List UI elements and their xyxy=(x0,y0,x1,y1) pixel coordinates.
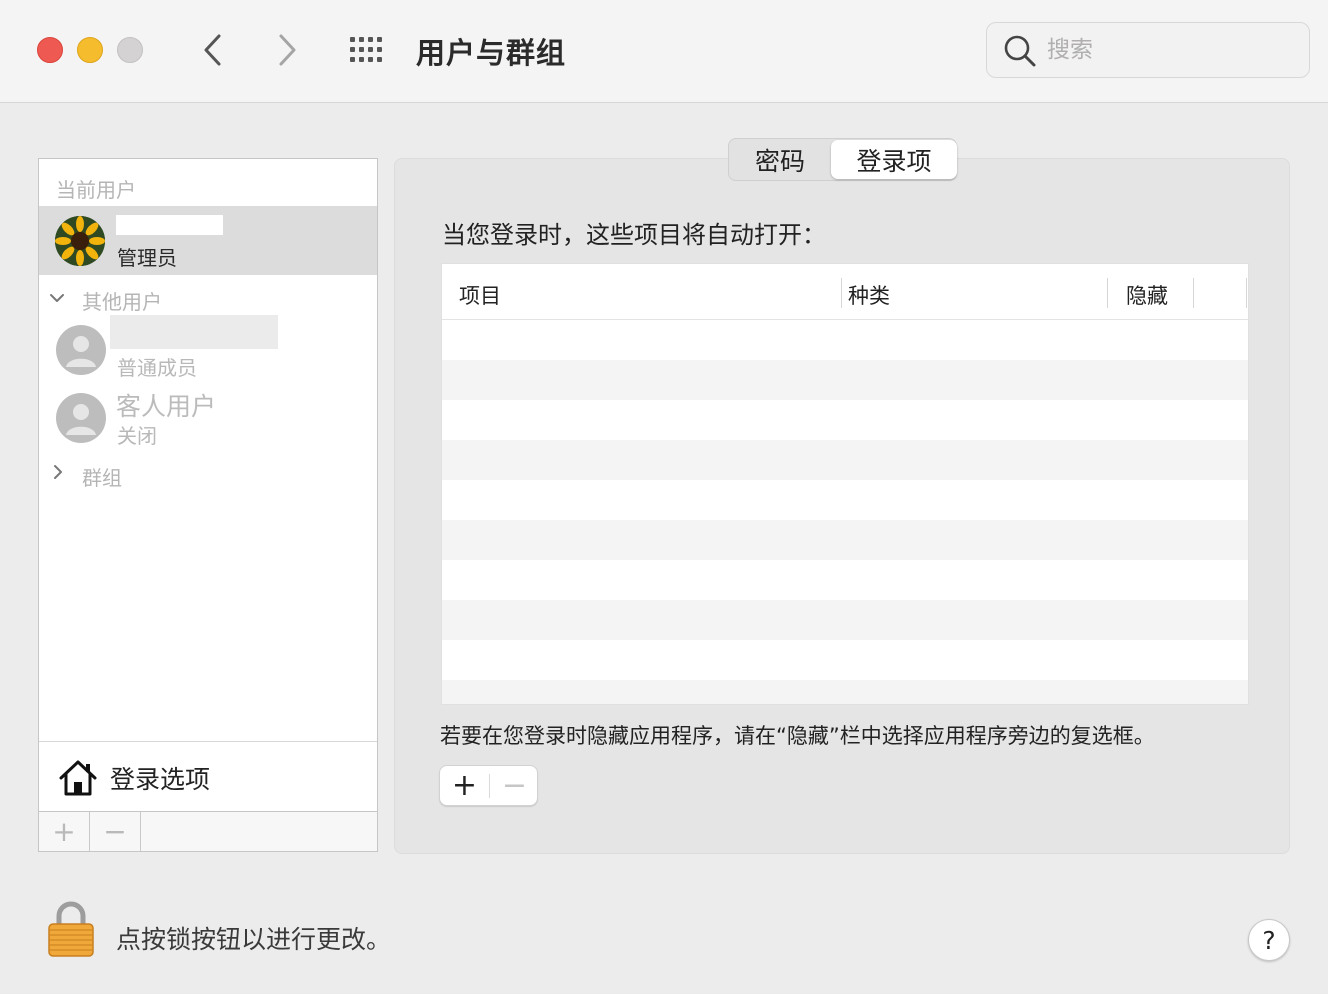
tab-bar: 密码 登录项 xyxy=(728,138,957,181)
current-user-row[interactable]: 管理员 xyxy=(39,206,377,275)
guest-user-name: 客人用户 xyxy=(116,392,217,421)
remove-user-button[interactable]: − xyxy=(90,812,141,851)
house-icon xyxy=(59,760,97,796)
sunflower-icon xyxy=(55,216,105,266)
toolbar: 用户与群组 xyxy=(0,0,1328,103)
other-users-header: 其他用户 xyxy=(82,290,162,314)
other-user-role: 普通成员 xyxy=(117,356,197,380)
column-divider xyxy=(1193,278,1194,308)
grid-icon xyxy=(350,37,382,62)
column-header-kind[interactable]: 种类 xyxy=(848,280,890,310)
chevron-right-icon[interactable] xyxy=(49,463,67,481)
table-row xyxy=(442,600,1248,640)
login-items-intro: 当您登录时，这些项目将自动打开： xyxy=(442,221,826,249)
table-header: 项目 种类 隐藏 xyxy=(442,264,1248,320)
zoom-button[interactable] xyxy=(117,37,143,63)
current-user-role: 管理员 xyxy=(117,246,177,270)
generic-user-avatar xyxy=(56,325,106,375)
current-users-header: 当前用户 xyxy=(56,178,136,202)
column-header-item[interactable]: 项目 xyxy=(459,280,501,310)
table-row xyxy=(442,320,1248,360)
groups-header: 群组 xyxy=(82,466,122,490)
login-options-label: 登录选项 xyxy=(110,765,211,794)
column-divider xyxy=(841,278,842,308)
sidebar-bottom-bar: + − xyxy=(39,811,377,851)
forward-button[interactable] xyxy=(267,30,307,70)
table-row xyxy=(442,360,1248,400)
column-divider xyxy=(1107,278,1108,308)
show-all-button[interactable] xyxy=(348,35,388,65)
login-items-table[interactable]: 项目 种类 隐藏 xyxy=(441,263,1249,705)
minimize-button[interactable] xyxy=(77,37,103,63)
redacted-user-name xyxy=(110,315,278,349)
guest-avatar xyxy=(56,393,106,443)
add-user-button[interactable]: + xyxy=(39,812,90,851)
redacted-user-name xyxy=(116,215,223,235)
guest-user-status: 关闭 xyxy=(117,424,157,448)
search-input[interactable] xyxy=(1047,33,1297,67)
back-button[interactable] xyxy=(193,30,233,70)
chevron-right-icon xyxy=(279,34,296,66)
tab-password[interactable]: 密码 xyxy=(729,139,831,180)
user-avatar xyxy=(55,216,105,266)
table-row xyxy=(442,640,1248,680)
person-icon xyxy=(66,404,96,435)
person-icon xyxy=(66,336,96,367)
tab-login-items[interactable]: 登录项 xyxy=(831,140,957,179)
window-title: 用户与群组 xyxy=(416,36,567,70)
column-header-hide[interactable]: 隐藏 xyxy=(1126,280,1168,310)
table-row xyxy=(442,520,1248,560)
users-sidebar: 当前用户 管理员 其他用户 普通成员 客人用户 关闭 群组 登录选项 + − xyxy=(38,158,378,852)
lock-instruction: 点按锁按钮以进行更改。 xyxy=(116,925,392,954)
column-divider xyxy=(1246,278,1247,308)
login-options-row[interactable]: 登录选项 xyxy=(39,741,377,811)
help-button[interactable]: ? xyxy=(1248,919,1290,961)
search-field[interactable] xyxy=(986,22,1310,78)
search-icon xyxy=(1004,35,1036,67)
table-row xyxy=(442,480,1248,520)
lock-icon[interactable] xyxy=(46,900,96,958)
chevron-left-icon xyxy=(204,34,221,66)
table-row xyxy=(442,560,1248,600)
hide-hint-text: 若要在您登录时隐藏应用程序，请在“隐藏”栏中选择应用程序旁边的复选框。 xyxy=(440,724,1155,748)
add-login-item-button[interactable]: + xyxy=(440,766,489,805)
table-row xyxy=(442,440,1248,480)
login-items-add-remove: + − xyxy=(439,765,538,806)
table-row xyxy=(442,680,1248,704)
table-row xyxy=(442,400,1248,440)
remove-login-item-button[interactable]: − xyxy=(490,766,539,805)
chevron-down-icon[interactable] xyxy=(48,289,66,307)
close-button[interactable] xyxy=(37,37,63,63)
